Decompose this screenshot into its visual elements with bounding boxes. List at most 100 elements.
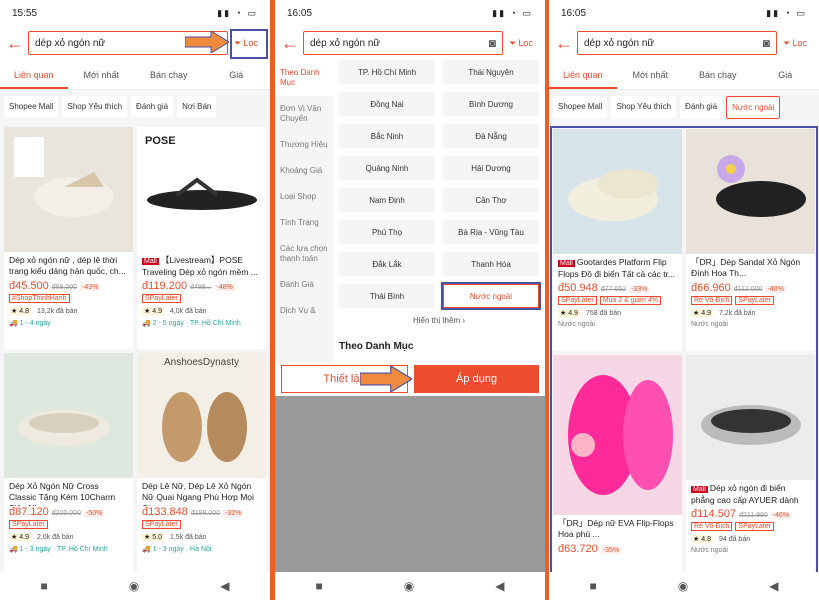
back-arrow-icon[interactable]: ← [555, 33, 577, 54]
sidebar-item-price-range[interactable]: Khoảng Giá [275, 158, 333, 184]
promo-tag: SPayLater [735, 296, 775, 305]
sidebar-item-shop-type[interactable]: Loại Shop [275, 184, 333, 210]
chip-rating[interactable]: Đánh giá [680, 96, 723, 119]
apply-button[interactable]: Áp dụng [414, 365, 539, 393]
shipping-time: 🚚 1 - 4 ngày [9, 320, 51, 327]
promo-tag: Rẻ Vô Địch [691, 522, 733, 531]
chip-shopee-mall[interactable]: Shopee Mall [4, 96, 59, 117]
filter-button[interactable]: ⏷ Lọc [777, 38, 813, 49]
camera-icon[interactable]: ◙ [489, 36, 496, 50]
sidebar-item-services[interactable]: Dịch Vụ & [275, 298, 333, 324]
sandal-illustration [14, 137, 114, 217]
product-image [553, 355, 682, 515]
location-option[interactable]: Nam Định [339, 188, 435, 212]
search-bar: ← dép xỏ ngón nữ ◙ ⏷ Lọc [549, 26, 819, 60]
product-card[interactable]: 「DR」Dép Sandal Xỏ Ngón Đính Hoa Th... đ6… [686, 129, 815, 351]
rating-badge: ★ 4.9 [9, 533, 31, 541]
product-card[interactable]: Dép xỏ ngón nữ , dép lê thời trang kiểu … [4, 127, 133, 349]
product-title: 「DR」Dép Sandal Xỏ Ngón Đính Hoa Th... [691, 257, 801, 278]
location-option[interactable]: Đồng Nai [339, 92, 435, 116]
screen-search-results: 15:55 ▮▮ ◔ ▭ ← dép xỏ ngón nữ ⏷ Lọc Liên q… [0, 0, 270, 600]
chip-rating[interactable]: Đánh giá [131, 96, 174, 117]
location-option[interactable]: Bắc Ninh [339, 124, 435, 148]
sidebar-item-condition[interactable]: Tình Trạng [275, 210, 333, 236]
back-icon[interactable]: ◀ [495, 579, 504, 593]
product-card[interactable]: POSE Mall 【Livestream】POSE Traveling Dép … [137, 127, 266, 349]
mall-badge: Mall [558, 260, 575, 267]
search-input[interactable]: dép xỏ ngón nữ ◙ [303, 31, 503, 55]
camera-icon[interactable]: ◙ [763, 36, 770, 50]
tab-relevant[interactable]: Liên quan [549, 60, 617, 89]
home-icon[interactable]: ◉ [678, 579, 688, 593]
product-image: POSE [137, 127, 266, 252]
location-option[interactable]: Quảng Ninh [339, 156, 435, 180]
product-card[interactable]: Mall Gootardes Platform Flip Flops Đồ đi … [553, 129, 682, 351]
home-icon[interactable]: ◉ [404, 579, 414, 593]
tab-bestselling[interactable]: Bán chạy [684, 60, 752, 89]
location-option[interactable]: Hải Dương [443, 156, 539, 180]
sidebar-item-brand[interactable]: Thương Hiệu [275, 132, 333, 158]
back-arrow-icon[interactable]: ← [281, 33, 303, 54]
tab-bestselling[interactable]: Bán chạy [135, 60, 203, 89]
rating-badge: ★ 4.9 [142, 307, 164, 315]
old-price: đ68.000 [51, 284, 78, 291]
quick-filters: Shopee Mall Shop Yêu thích Đánh giá Nơi … [0, 90, 270, 123]
product-card[interactable]: AnshoesDynasty Dép Lê Nữ, Dép Lê Xỏ Ngón… [137, 353, 266, 575]
promo-tag: Rẻ Vô Địch [691, 296, 733, 305]
sidebar-item-category[interactable]: Theo Danh Mục [275, 60, 333, 96]
tab-price[interactable]: Giá [203, 60, 271, 89]
tab-newest[interactable]: Mới nhất [617, 60, 685, 89]
old-price: đ211.980 [739, 512, 768, 519]
status-bar: 15:55 ▮▮ ◔ ▭ [0, 0, 270, 26]
sold-count: 1,5k đã bán [169, 533, 207, 541]
location-grid: TP. Hồ Chí Minh Thái Nguyên Đồng Nai Bìn… [339, 60, 541, 310]
sold-count: 4,0k đã bán [169, 307, 207, 315]
location-option[interactable]: TP. Hồ Chí Minh [339, 60, 435, 84]
product-card[interactable]: Dép Xỏ Ngón Nữ Cross Classic Tặng Kèm 10… [4, 353, 133, 575]
location-option[interactable]: Phú Thọ [339, 220, 435, 244]
back-icon[interactable]: ◀ [769, 579, 778, 593]
sidebar-item-rating[interactable]: Đánh Giá [275, 272, 333, 298]
chip-favorite-shop[interactable]: Shop Yêu thích [611, 96, 677, 119]
location-option[interactable]: Bà Rịa - Vũng Tàu [443, 220, 539, 244]
location-option[interactable]: Cần Thơ [443, 188, 539, 212]
location-option[interactable]: Thanh Hóa [443, 252, 539, 276]
sold-count: 7,2k đã bán [718, 309, 756, 317]
search-input[interactable]: dép xỏ ngón nữ ◙ [577, 31, 777, 55]
tab-relevant[interactable]: Liên quan [0, 60, 68, 89]
location-option[interactable]: Đà Nẵng [443, 124, 539, 148]
show-more-link[interactable]: Hiển thị thêm › [339, 308, 539, 333]
location-option[interactable]: Bình Dương [443, 92, 539, 116]
chip-location[interactable]: Nơi Bán [177, 96, 217, 117]
product-card[interactable]: 「DR」Dép nữ EVA Flip-Flops Hoa phù ... đ6… [553, 355, 682, 577]
location-option-overseas[interactable]: Nước ngoài [441, 282, 541, 310]
recents-icon[interactable]: ■ [41, 579, 48, 593]
location-option[interactable]: Thái Nguyên [443, 60, 539, 84]
recents-icon[interactable]: ■ [590, 579, 597, 593]
chip-overseas[interactable]: Nước ngoài [726, 96, 781, 119]
location-option[interactable]: Thái Bình [339, 284, 435, 308]
tab-newest[interactable]: Mới nhất [68, 60, 136, 89]
location-label: Nước ngoài [691, 321, 728, 328]
home-icon[interactable]: ◉ [129, 579, 139, 593]
tab-price[interactable]: Giá [752, 60, 819, 89]
search-query: dép xỏ ngón nữ [35, 37, 106, 49]
product-title: Dép Lê Nữ, Dép Lê Xỏ Ngón Nữ Quai Ngang … [142, 481, 254, 506]
shipping-time: 🚚 1 - 3 ngày · TP. Hồ Chí Minh [9, 546, 108, 553]
product-grid: Mall Gootardes Platform Flip Flops Đồ đi … [549, 125, 819, 581]
product-card[interactable]: Mall Dép xỏ ngón đi biển phẳng cao cấp AY… [686, 355, 815, 577]
filter-button[interactable]: ⏷ Lọc [503, 38, 539, 49]
back-arrow-icon[interactable]: ← [6, 33, 28, 54]
chip-shopee-mall[interactable]: Shopee Mall [553, 96, 608, 119]
location-option[interactable]: Đắk Lắk [339, 252, 435, 276]
recents-icon[interactable]: ■ [316, 579, 323, 593]
product-image [553, 129, 682, 254]
clock: 16:05 [561, 7, 587, 19]
clock: 15:55 [12, 7, 38, 19]
sidebar-item-shipping[interactable]: Đơn Vị Vận Chuyển [275, 96, 333, 132]
chip-favorite-shop[interactable]: Shop Yêu thích [62, 96, 128, 117]
sidebar-item-payment[interactable]: Các lựa chọn thanh toán [275, 236, 333, 272]
product-image [686, 355, 815, 480]
funnel-icon: ⏷ [783, 37, 791, 48]
back-icon[interactable]: ◀ [220, 579, 229, 593]
